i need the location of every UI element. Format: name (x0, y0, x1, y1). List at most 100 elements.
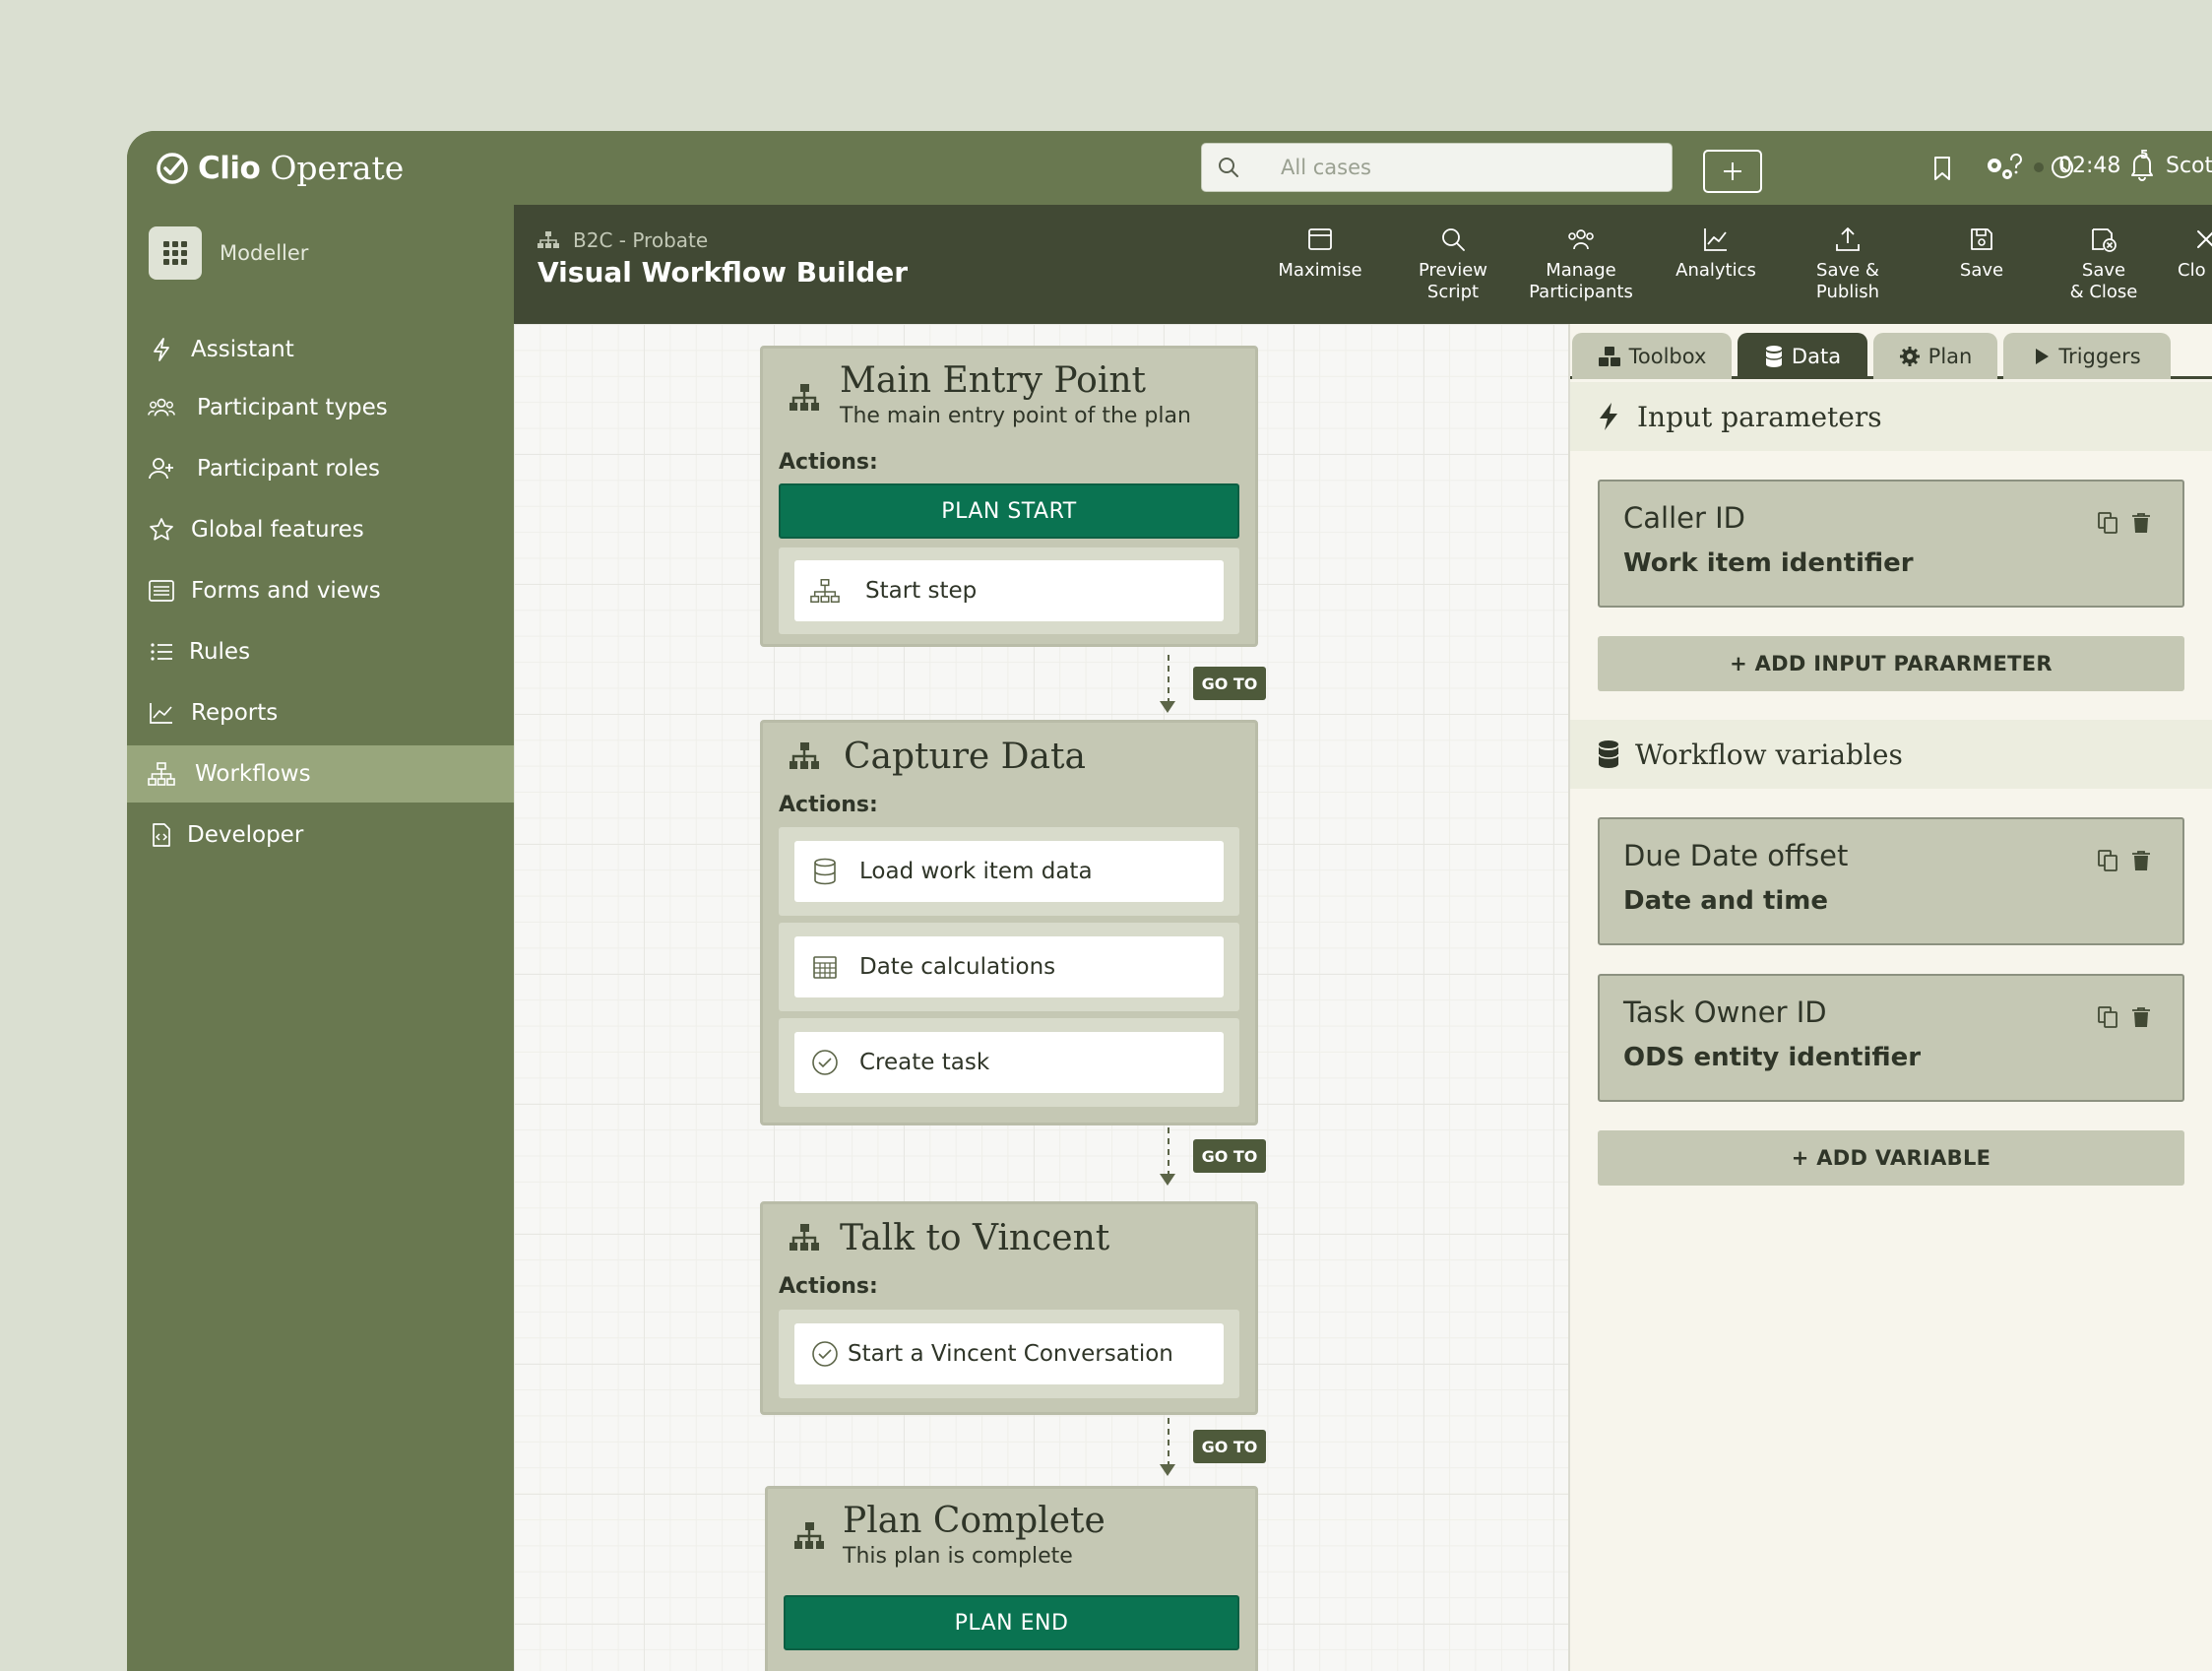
search-icon (1219, 158, 1238, 177)
arrow-down-icon (1160, 1174, 1175, 1186)
sidebar-item-participant-roles[interactable]: Participant roles (127, 440, 514, 497)
add-variable-button[interactable]: + ADD VARIABLE (1598, 1130, 2184, 1186)
sidebar-item-label: Developer (187, 822, 304, 848)
save-and-publish-button[interactable]: Save & Publish (1799, 225, 1897, 303)
action-label: Load work item data (859, 859, 1093, 884)
sidebar-item-assistant[interactable]: Assistant (127, 321, 514, 378)
plus-icon (1724, 162, 1741, 180)
action-start-step[interactable]: Start step (794, 560, 1224, 621)
close-button[interactable]: Clo (2178, 225, 2212, 282)
sidebar-item-global-features[interactable]: Global features (127, 501, 514, 558)
list-box-icon (148, 577, 175, 605)
node-title: Capture Data (844, 737, 1086, 777)
sidebar-item-label: Participant types (197, 395, 388, 420)
node-capture-data[interactable]: Capture Data Actions: Load work item dat… (760, 720, 1258, 1125)
search-bar[interactable] (1201, 143, 1673, 192)
tab-data[interactable]: Data (1738, 333, 1867, 379)
action-create-task[interactable]: Create task (794, 1032, 1224, 1093)
database-icon (810, 857, 840, 886)
trash-icon[interactable] (2129, 511, 2153, 535)
save-button[interactable]: Save (1942, 225, 2021, 282)
copy-icon[interactable] (2096, 1005, 2119, 1029)
tool-label: Manage (1546, 260, 1616, 281)
maximise-button[interactable]: Maximise (1271, 225, 1369, 282)
sidebar-item-workflows[interactable]: Workflows (127, 745, 514, 803)
parameter-type: Work item identifier (1623, 548, 1914, 578)
workflow-icon (794, 1522, 824, 1549)
search-icon (1442, 228, 1465, 251)
preview-script-button[interactable]: Preview Script (1404, 225, 1502, 303)
breadcrumb[interactable]: B2C - Probate (537, 228, 708, 252)
tool-label: Clo (2178, 260, 2206, 281)
sidebar-item-label: Participant roles (197, 456, 380, 482)
tab-toolbox[interactable]: Toolbox (1572, 333, 1732, 379)
copy-icon[interactable] (2096, 849, 2119, 872)
workflow-variables-header: Workflow variables (1570, 720, 2212, 789)
upload-icon (1836, 227, 1860, 251)
sidebar-item-forms-and-views[interactable]: Forms and views (127, 562, 514, 619)
sidebar: Modeller Assistant Participant types Par… (127, 205, 514, 1671)
users-icon (148, 394, 175, 421)
node-title: Plan Complete (843, 1501, 1106, 1541)
tool-label: Save (1959, 260, 2004, 281)
search-input[interactable] (1281, 156, 1655, 179)
manage-participants-button[interactable]: Manage Participants (1519, 225, 1643, 303)
logo[interactable]: Clio Operate (155, 149, 404, 187)
action-label: Date calculations (859, 954, 1056, 980)
tab-triggers[interactable]: Triggers (2003, 333, 2171, 379)
trash-icon[interactable] (2129, 1005, 2153, 1029)
check-circle-icon (810, 1339, 840, 1369)
tab-label: Toolbox (1628, 344, 1707, 368)
actions-label: Actions: (779, 450, 878, 475)
action-load-work-item-data[interactable]: Load work item data (794, 841, 1224, 902)
logo-product: Operate (270, 149, 405, 187)
data-panel: Toolbox Data Plan Triggers Input paramet… (1568, 324, 2212, 1671)
copy-icon[interactable] (2096, 511, 2119, 535)
actions-label: Actions: (779, 1274, 878, 1299)
action-date-calculations[interactable]: Date calculations (794, 936, 1224, 997)
action-label: Start a Vincent Conversation (848, 1341, 1173, 1367)
top-bar: Clio Operate (127, 131, 2212, 205)
sidebar-item-label: Global features (191, 517, 364, 543)
modeller-switcher[interactable]: Modeller (149, 226, 308, 280)
tool-label: Script (1426, 282, 1480, 302)
close-icon (2197, 230, 2212, 248)
save-close-icon (2092, 228, 2117, 252)
workflow-variable-card[interactable]: Task Owner ID ODS entity identifier (1598, 974, 2184, 1102)
connector-line (1168, 1418, 1169, 1467)
node-subtitle: The main entry point of the plan (840, 404, 1191, 428)
help-button[interactable] (2001, 150, 2031, 179)
sidebar-item-participant-types[interactable]: Participant types (127, 379, 514, 436)
workflow-icon (790, 742, 819, 769)
add-input-parameter-button[interactable]: + ADD INPUT PARARMETER (1598, 636, 2184, 691)
bookmark-button[interactable] (1924, 150, 1961, 187)
input-parameter-card[interactable]: Caller ID Work item identifier (1598, 480, 2184, 608)
analytics-button[interactable]: Analytics (1662, 225, 1770, 282)
goto-tag: GO TO (1193, 1430, 1266, 1463)
plan-end-button[interactable]: PLAN END (784, 1595, 1239, 1650)
workflow-canvas[interactable]: Main Entry Point The main entry point of… (514, 324, 1568, 1671)
user-name[interactable]: Scot (2166, 154, 2212, 178)
window-icon (1308, 228, 1332, 250)
save-and-close-button[interactable]: Save & Close (2056, 225, 2151, 303)
node-plan-complete[interactable]: Plan Complete This plan is complete PLAN… (765, 1486, 1258, 1671)
sidebar-item-developer[interactable]: Developer (127, 806, 514, 864)
database-icon (1594, 739, 1623, 769)
node-main-entry-point[interactable]: Main Entry Point The main entry point of… (760, 346, 1258, 647)
trash-icon[interactable] (2129, 849, 2153, 872)
clock-time: 02:48 (2058, 154, 2121, 178)
workflow-variable-card[interactable]: Due Date offset Date and time (1598, 817, 2184, 945)
tab-plan[interactable]: Plan (1873, 333, 1997, 379)
sidebar-item-rules[interactable]: Rules (127, 623, 514, 680)
modeller-label: Modeller (220, 241, 309, 265)
tool-label: Participants (1529, 282, 1633, 302)
sidebar-item-reports[interactable]: Reports (127, 684, 514, 741)
action-label: Create task (859, 1050, 990, 1075)
goto-tag: GO TO (1193, 1139, 1266, 1173)
node-talk-to-vincent[interactable]: Talk to Vincent Actions: Start a Vincent… (760, 1201, 1258, 1415)
add-button[interactable] (1703, 150, 1762, 193)
plan-start-button[interactable]: PLAN START (779, 483, 1239, 539)
play-icon (2036, 348, 2050, 364)
action-start-vincent-conversation[interactable]: Start a Vincent Conversation (794, 1323, 1224, 1384)
check-circle-icon (157, 152, 188, 184)
